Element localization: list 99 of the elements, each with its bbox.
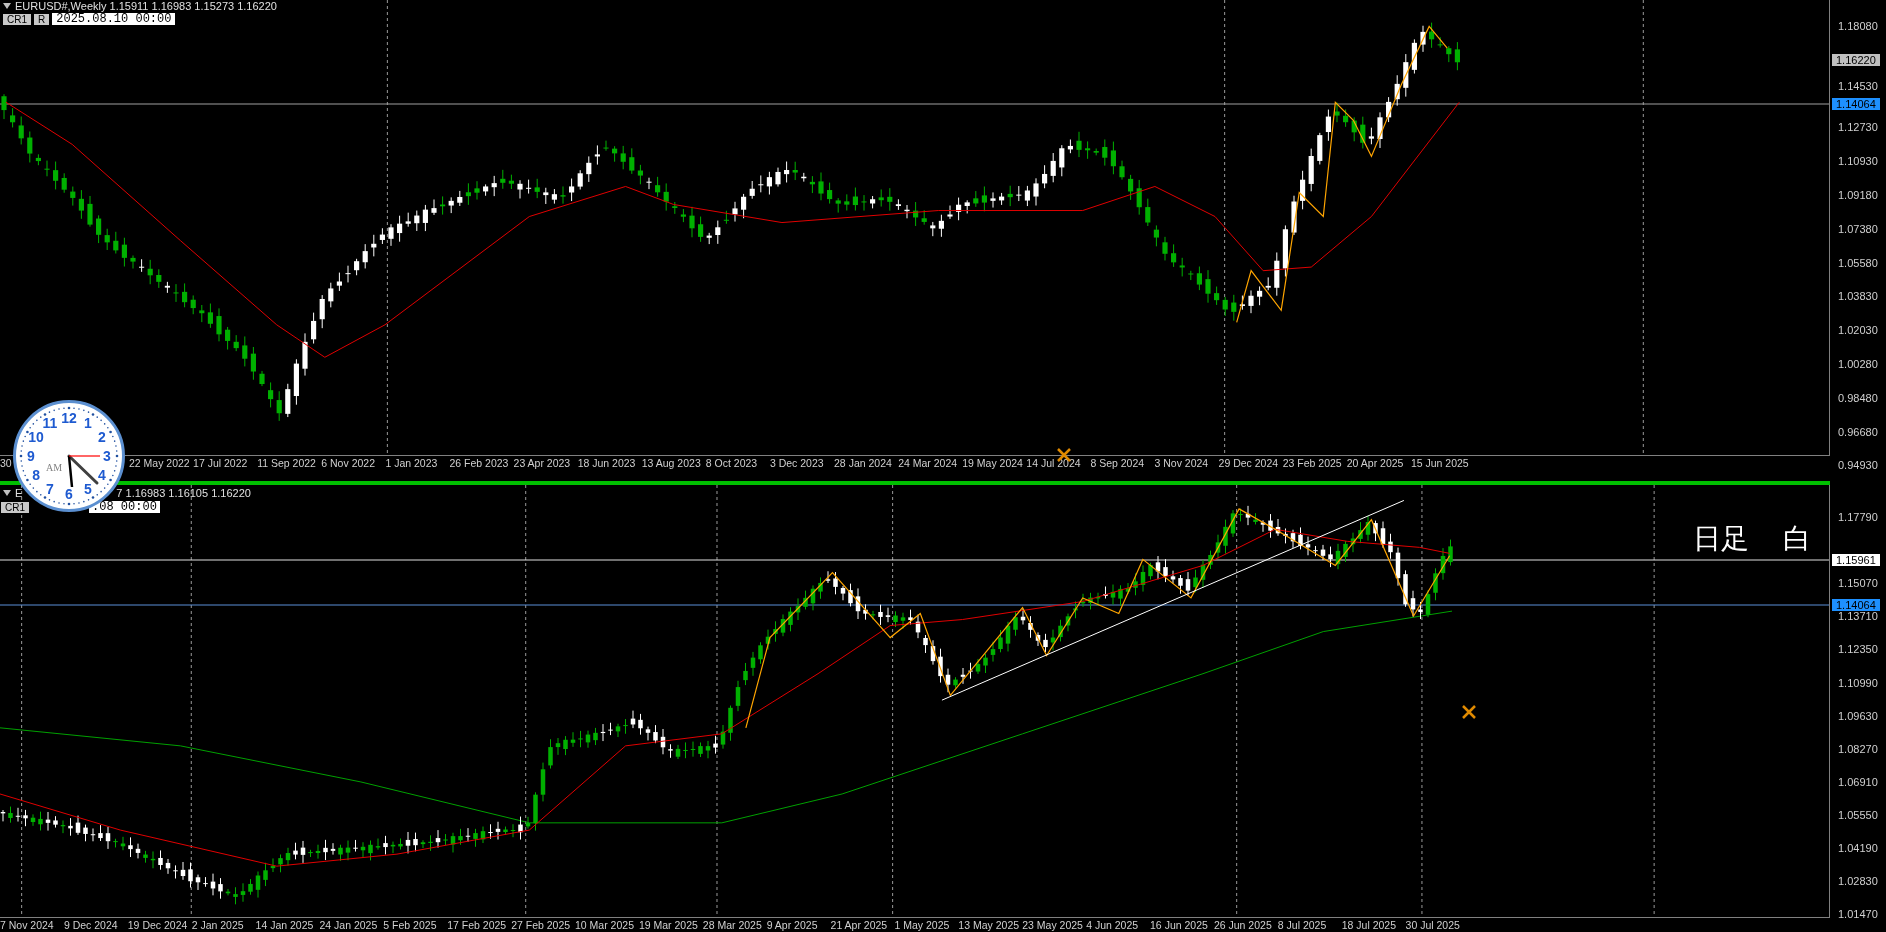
clock-number: 8 — [31, 468, 41, 482]
price-label: 1.05550 — [1838, 808, 1878, 821]
date-label: 11 Sep 2022 — [257, 456, 316, 470]
clock-number: 7 — [45, 481, 55, 496]
date-label: 8 Oct 2023 — [705, 456, 758, 470]
price-label: 1.09180 — [1838, 189, 1878, 201]
clock-number: 1 — [83, 416, 93, 431]
date-label: 23 Apr 2023 — [513, 456, 571, 470]
price-tag: 1.14064 — [1832, 599, 1880, 611]
dropdown-arrow-icon[interactable] — [3, 490, 11, 496]
chart-title: E — [15, 487, 23, 499]
price-label: 1.02030 — [1838, 324, 1878, 337]
date-label: 6 Nov 2022 — [321, 456, 375, 470]
clock-number: 4 — [97, 468, 107, 482]
date-label: 17 Feb 2025 — [447, 918, 507, 932]
date-label: 9 Apr 2025 — [766, 918, 818, 932]
annotation-text: 白 — [1783, 523, 1811, 555]
price-label: 1.04190 — [1838, 842, 1878, 854]
chart-button[interactable]: R — [34, 13, 50, 25]
date-label: 9 Dec 2024 — [63, 918, 118, 932]
date-label: 26 Jun 2025 — [1213, 918, 1272, 932]
date-field[interactable]: 2025.08.10 00:00 — [52, 13, 176, 25]
price-label: 1.02830 — [1838, 875, 1878, 888]
date-label: 14 Jan 2025 — [255, 918, 314, 932]
chart-quotes: 7 1.16983 1.16105 1.16220 — [116, 487, 251, 499]
date-field[interactable]: .08 00:00 — [89, 501, 160, 513]
date-label: 4 Jun 2025 — [1086, 918, 1139, 932]
chart-button[interactable]: CR1 — [3, 13, 31, 25]
date-label: 28 Jan 2024 — [834, 456, 892, 470]
annotation-text: 日足 — [1693, 523, 1749, 555]
clock-period: AM — [46, 463, 63, 473]
date-label: 13 May 2025 — [958, 918, 1020, 932]
price-label: 1.12730 — [1838, 121, 1878, 134]
date-label: 24 Jan 2025 — [319, 918, 378, 932]
date-label: 23 May 2025 — [1022, 918, 1083, 932]
clock-number: 6 — [64, 487, 74, 501]
clock-number: 3 — [102, 449, 112, 463]
price-label: 1.08270 — [1838, 742, 1878, 755]
clock-number: 2 — [97, 430, 107, 444]
date-label: 20 Apr 2025 — [1346, 456, 1404, 470]
date-label: 18 Jul 2025 — [1341, 918, 1396, 932]
clock-number: 10 — [27, 430, 45, 444]
date-label: 1 Jan 2023 — [385, 456, 438, 470]
price-tag: 1.15961 — [1832, 554, 1880, 566]
price-label: 1.13710 — [1838, 610, 1878, 623]
date-label: 19 May 2024 — [962, 456, 1023, 470]
price-label: 1.06910 — [1838, 775, 1878, 788]
date-label: 24 Mar 2024 — [898, 456, 958, 470]
chart-button[interactable]: CR1 — [1, 501, 29, 513]
price-label: 1.03830 — [1838, 290, 1878, 303]
price-label: 1.12350 — [1838, 643, 1878, 656]
date-label: 8 Jul 2025 — [1277, 918, 1327, 932]
price-tag: 1.14064 — [1832, 98, 1880, 110]
price-label: 0.94930 — [1838, 459, 1878, 472]
date-label: 23 Feb 2025 — [1282, 456, 1342, 470]
price-label: 1.10930 — [1838, 155, 1878, 168]
date-label: 27 Feb 2025 — [511, 918, 571, 932]
clock-number: 12 — [60, 411, 78, 425]
price-tag: 1.16220 — [1832, 54, 1880, 66]
clock-number: 11 — [41, 416, 59, 431]
date-label: 22 May 2022 — [129, 456, 190, 470]
date-label: 18 Jun 2023 — [577, 456, 636, 470]
date-label: 5 Feb 2025 — [383, 918, 437, 932]
price-label: 1.01470 — [1838, 908, 1878, 921]
date-label: 19 Mar 2025 — [638, 918, 698, 932]
date-label: 2 Jan 2025 — [191, 918, 244, 932]
clock-number: 5 — [83, 481, 93, 496]
date-label: 19 Dec 2024 — [127, 918, 188, 932]
price-label: 1.17790 — [1838, 511, 1878, 523]
date-label: 3 Dec 2023 — [769, 456, 824, 470]
price-label: 1.07380 — [1838, 222, 1878, 235]
date-label: 28 Mar 2025 — [702, 918, 762, 932]
price-label: 1.00280 — [1838, 358, 1878, 370]
price-label: 1.10990 — [1838, 676, 1878, 689]
dropdown-arrow-icon[interactable] — [3, 3, 11, 9]
price-label: 0.96680 — [1838, 425, 1878, 438]
date-label: 30 Jul 2025 — [1405, 918, 1460, 932]
date-label: 15 Jun 2025 — [1410, 456, 1469, 470]
date-label: 17 Jul 2022 — [193, 456, 248, 470]
price-label: 1.15070 — [1838, 577, 1878, 590]
price-label: 1.14530 — [1838, 80, 1878, 92]
date-label: 10 Mar 2025 — [575, 918, 634, 932]
chart-title: EURUSD#,Weekly 1.15911 1.16983 1.15273 1.16220 — [15, 0, 277, 12]
price-label: 1.05580 — [1838, 256, 1878, 269]
date-label: 13 Aug 2023 — [641, 456, 701, 470]
price-label: 1.09630 — [1838, 709, 1878, 722]
date-label: 26 Feb 2023 — [449, 456, 509, 470]
clock-number: 9 — [26, 449, 36, 463]
crossed-tools-icon — [1462, 705, 1476, 719]
date-label: 3 Nov 2024 — [1154, 456, 1209, 470]
date-label: 21 Apr 2025 — [830, 918, 888, 932]
date-label: 8 Sep 2024 — [1090, 456, 1145, 470]
date-label: 1 May 2025 — [894, 918, 950, 932]
date-label: 16 Jun 2025 — [1150, 918, 1208, 932]
date-label: 29 Dec 2024 — [1218, 456, 1279, 470]
date-label: 7 Nov 2024 — [0, 918, 54, 932]
date-label: 30 — [0, 456, 12, 470]
price-label: 1.18080 — [1838, 20, 1878, 32]
price-label: 0.98480 — [1838, 391, 1878, 404]
